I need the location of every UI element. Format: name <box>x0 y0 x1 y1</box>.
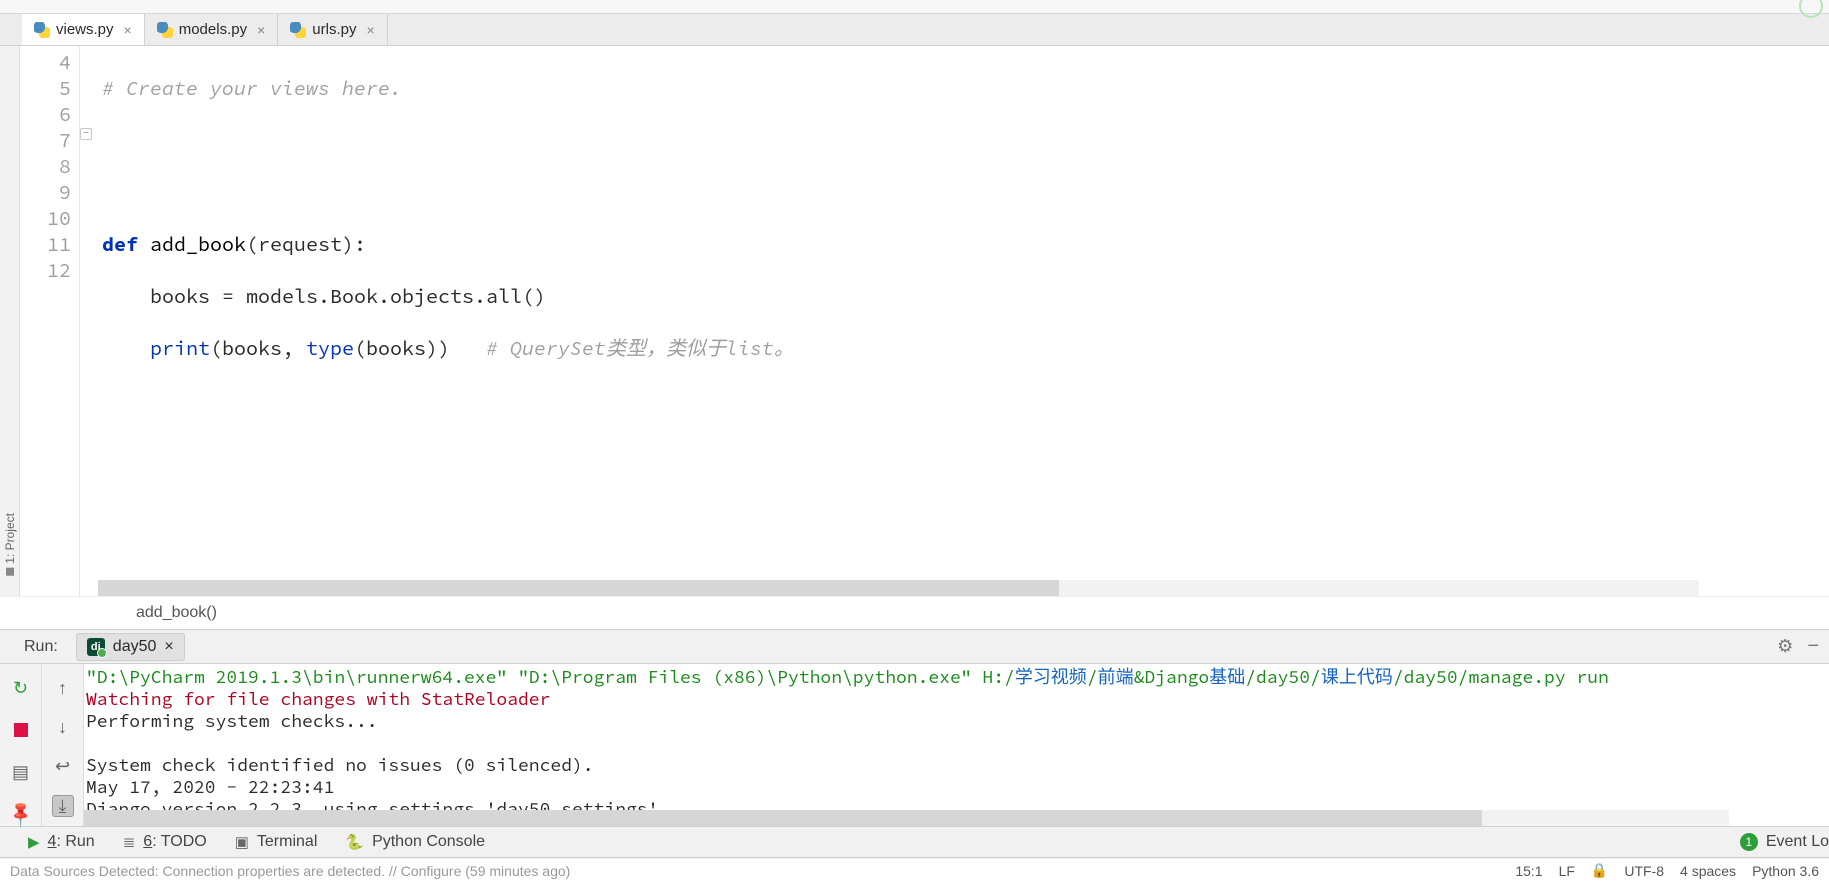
tool-terminal[interactable]: ▣ Terminal <box>235 833 318 851</box>
editor-tabs: views.py × models.py × urls.py × <box>0 14 1829 46</box>
editor-horizontal-scrollbar[interactable] <box>98 580 1699 596</box>
terminal-icon: ▣ <box>235 833 249 851</box>
top-toolbar-fragment <box>0 0 1829 14</box>
breadcrumb[interactable]: add_book() <box>136 604 217 622</box>
python-icon: 🐍 <box>345 833 364 851</box>
tool-run[interactable]: ▶ 4: Run <box>28 833 95 851</box>
soft-wrap-icon[interactable]: ↩ <box>52 756 74 777</box>
close-icon[interactable]: × <box>124 22 132 38</box>
console-tool-column-1: ↻ ▤ 📌 <box>0 664 42 826</box>
breadcrumb-bar: add_book() <box>0 596 1829 630</box>
run-config-tab[interactable]: dj day50 × <box>76 633 185 661</box>
line-number: 4 <box>20 50 71 76</box>
stop-icon <box>14 723 28 737</box>
gear-icon[interactable]: ⚙ <box>1777 636 1793 657</box>
tab-label: models.py <box>179 21 247 38</box>
console-area: ↻ ▤ 📌 ↑ ↓ ↩ ⤓ 🖶 🗑 "D:\PyCharm 2019.1.3\b… <box>0 664 1829 826</box>
close-icon[interactable]: × <box>164 638 173 656</box>
line-number: 11 <box>20 232 71 258</box>
left-tool-rail: 1: Project <box>0 46 20 596</box>
status-message: Data Sources Detected: Connection proper… <box>10 863 570 879</box>
line-number: 12 <box>20 258 71 284</box>
code-editor[interactable]: # Create your views here. def add_book(r… <box>98 46 1829 596</box>
fold-toggle-icon[interactable]: − <box>80 128 92 140</box>
bottom-tool-bar: ▶ 4: Run ≣ 6: TODO ▣ Terminal 🐍 Python C… <box>0 826 1829 858</box>
run-config-name: day50 <box>113 638 157 656</box>
tab-label: views.py <box>56 21 114 38</box>
pin-icon[interactable]: 📌 <box>6 800 34 828</box>
tab-urls-py[interactable]: urls.py × <box>278 14 387 45</box>
run-label: Run: <box>24 638 58 656</box>
play-icon: ▶ <box>28 833 40 851</box>
line-number: 10 <box>20 206 71 232</box>
event-log[interactable]: 1 Event Lo <box>1740 833 1829 851</box>
line-number: 8 <box>20 154 71 180</box>
console-tool-column-2: ↑ ↓ ↩ ⤓ 🖶 🗑 <box>42 664 84 826</box>
django-icon: dj <box>87 638 105 656</box>
stop-button[interactable] <box>11 720 31 740</box>
minimize-icon[interactable]: − <box>1807 635 1819 658</box>
event-count-badge: 1 <box>1740 833 1758 851</box>
rerun-icon[interactable]: ↻ <box>11 678 31 698</box>
line-gutter: 4 5 6 7 8 9 10 11 12 <box>20 46 80 596</box>
tool-todo[interactable]: ≣ 6: TODO <box>123 833 207 851</box>
editor-area: 1: Project 4 5 6 7 8 9 10 11 12 − # Crea… <box>0 46 1829 596</box>
close-icon[interactable]: × <box>366 22 374 38</box>
console-horizontal-scrollbar[interactable] <box>84 810 1729 826</box>
status-bar: Data Sources Detected: Connection proper… <box>0 858 1829 882</box>
caret-position[interactable]: 15:1 <box>1515 863 1542 879</box>
line-separator[interactable]: LF <box>1559 863 1575 879</box>
close-icon[interactable]: × <box>257 22 265 38</box>
lock-icon[interactable]: 🔒 <box>1591 862 1608 879</box>
code-comment: # Create your views here. <box>102 76 402 101</box>
indent[interactable]: 4 spaces <box>1680 863 1736 879</box>
interpreter[interactable]: Python 3.6 <box>1752 863 1819 879</box>
python-file-icon <box>157 22 173 38</box>
list-icon: ≣ <box>123 833 136 851</box>
console-output[interactable]: "D:\PyCharm 2019.1.3\bin\runnerw64.exe" … <box>84 664 1829 826</box>
tool-python-console[interactable]: 🐍 Python Console <box>345 833 485 851</box>
encoding[interactable]: UTF-8 <box>1624 863 1664 879</box>
down-arrow-icon[interactable]: ↓ <box>52 717 74 738</box>
tab-models-py[interactable]: models.py × <box>145 14 279 45</box>
python-file-icon <box>290 22 306 38</box>
scroll-to-end-icon[interactable]: ⤓ <box>52 795 74 817</box>
tool-project[interactable]: 1: Project <box>3 513 17 576</box>
python-file-icon <box>34 22 50 38</box>
run-tool-header: Run: dj day50 × ⚙ − <box>0 630 1829 664</box>
line-number: 6 <box>20 102 71 128</box>
line-number: 5 <box>20 76 71 102</box>
fold-column: − <box>80 46 98 596</box>
keyword-def: def <box>102 232 150 257</box>
line-number: 9 <box>20 180 71 206</box>
layout-icon[interactable]: ▤ <box>11 762 31 782</box>
up-arrow-icon[interactable]: ↑ <box>52 678 74 699</box>
tab-label: urls.py <box>312 21 356 38</box>
line-number: 7 <box>20 128 71 154</box>
tab-views-py[interactable]: views.py × <box>22 14 145 45</box>
